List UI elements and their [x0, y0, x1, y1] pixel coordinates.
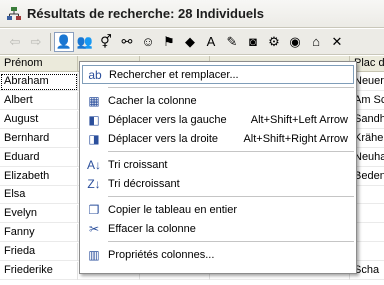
- toolbar-separator: [50, 32, 51, 51]
- menu-item-label: Effacer la colonne: [108, 222, 196, 235]
- menu-separator: [108, 196, 354, 197]
- menu-item-sort-desc[interactable]: Z↓ Tri décroissant: [82, 174, 354, 193]
- move-right-icon: ◨: [88, 131, 100, 146]
- graduation-icon[interactable]: ⌂: [306, 32, 326, 52]
- people-icon[interactable]: 👥: [75, 32, 95, 52]
- text-icon[interactable]: A: [201, 32, 221, 52]
- column-properties-icon: ▥: [88, 247, 100, 262]
- person-icon[interactable]: 👤: [54, 31, 74, 52]
- arrow-right-icon[interactable]: ⇨: [26, 32, 46, 52]
- sort-descending-icon: Z↓: [87, 176, 101, 191]
- window-title: Résultats de recherche: 28 Individuels: [27, 6, 264, 21]
- table-cell[interactable]: Frieda: [0, 243, 78, 262]
- camera-icon[interactable]: ◙: [243, 32, 263, 52]
- menu-item-label: Copier le tableau en entier: [108, 203, 238, 216]
- menu-item-sort-asc[interactable]: A↓ Tri croissant: [82, 155, 354, 174]
- menu-item-label: Propriétés colonnes...: [108, 248, 215, 261]
- clear-column-icon: ✂: [88, 221, 100, 236]
- menu-item-label: Tri croissant: [108, 158, 168, 171]
- copy-icon: ❐: [88, 202, 100, 217]
- table-cell[interactable]: Elsa: [0, 186, 78, 205]
- menu-item-clear-column[interactable]: ✂ Effacer la colonne: [82, 219, 354, 238]
- arrow-left-icon[interactable]: ⇦: [5, 32, 25, 52]
- toolbar: ⇦ ⇨ 👤 👥 ⚥ ⚯ ☺ ⚑ ◆ A ✎ ◙ ⚙ ◉ ⌂ ✕: [0, 29, 384, 55]
- gender-icon[interactable]: ⚥: [96, 32, 116, 52]
- column-header[interactable]: Prénom: [0, 56, 78, 72]
- table-cell[interactable]: Abraham: [0, 73, 78, 91]
- menu-item-label: Tri décroissant: [108, 177, 180, 190]
- diamond-icon[interactable]: ◆: [180, 32, 200, 52]
- context-menu: ab Rechercher et remplacer... ▦ Cacher la c…: [79, 61, 357, 274]
- pen-icon[interactable]: ✎: [222, 32, 242, 52]
- hide-column-icon: ▦: [88, 93, 100, 108]
- table-cell[interactable]: Evelyn: [0, 205, 78, 224]
- table-cell[interactable]: Bernhard: [0, 129, 78, 148]
- menu-item-hide-column[interactable]: ▦ Cacher la colonne: [82, 91, 354, 110]
- table-cell[interactable]: Albert: [0, 91, 78, 110]
- title-bar: Résultats de recherche: 28 Individuels: [0, 0, 384, 28]
- tools-icon[interactable]: ✕: [327, 32, 347, 52]
- menu-separator: [108, 87, 354, 88]
- menu-item-shortcut: Alt+Shift+Right Arrow: [243, 132, 348, 145]
- menu-item-move-left[interactable]: ◧ Déplacer vers la gauche Alt+Shift+Left A…: [82, 110, 354, 129]
- menu-item-label: Rechercher et remplacer...: [109, 68, 239, 81]
- table-cell[interactable]: Friederike: [0, 262, 78, 280]
- menu-item-search-replace[interactable]: ab Rechercher et remplacer...: [82, 65, 354, 84]
- menu-item-label: Déplacer vers la gauche: [108, 113, 227, 126]
- menu-item-move-right[interactable]: ◨ Déplacer vers la droite Alt+Shift+Right …: [82, 129, 354, 148]
- table-cell[interactable]: Fanny: [0, 224, 78, 243]
- flag-icon[interactable]: ⚑: [159, 32, 179, 52]
- table-cell[interactable]: Eduard: [0, 148, 78, 167]
- menu-item-shortcut: Alt+Shift+Left Arrow: [250, 113, 348, 126]
- sort-ascending-icon: A↓: [86, 157, 101, 172]
- menu-item-column-properties[interactable]: ▥ Propriétés colonnes...: [82, 245, 354, 264]
- menu-item-label: Déplacer vers la droite: [108, 132, 219, 145]
- search-replace-icon: ab: [88, 67, 102, 82]
- globe-icon[interactable]: ◉: [285, 32, 305, 52]
- family-tree-icon: [6, 6, 22, 22]
- menu-separator: [108, 241, 354, 242]
- menu-item-label: Cacher la colonne: [108, 94, 197, 107]
- menu-separator: [108, 151, 354, 152]
- settings-icon[interactable]: ⚙: [264, 32, 284, 52]
- table-cell[interactable]: Elizabeth: [0, 167, 78, 186]
- move-left-icon: ◧: [88, 112, 100, 127]
- menu-item-copy-table[interactable]: ❐ Copier le tableau en entier: [82, 200, 354, 219]
- smiley-icon[interactable]: ☺: [138, 32, 158, 52]
- family-icon[interactable]: ⚯: [117, 32, 137, 52]
- table-cell[interactable]: August: [0, 110, 78, 129]
